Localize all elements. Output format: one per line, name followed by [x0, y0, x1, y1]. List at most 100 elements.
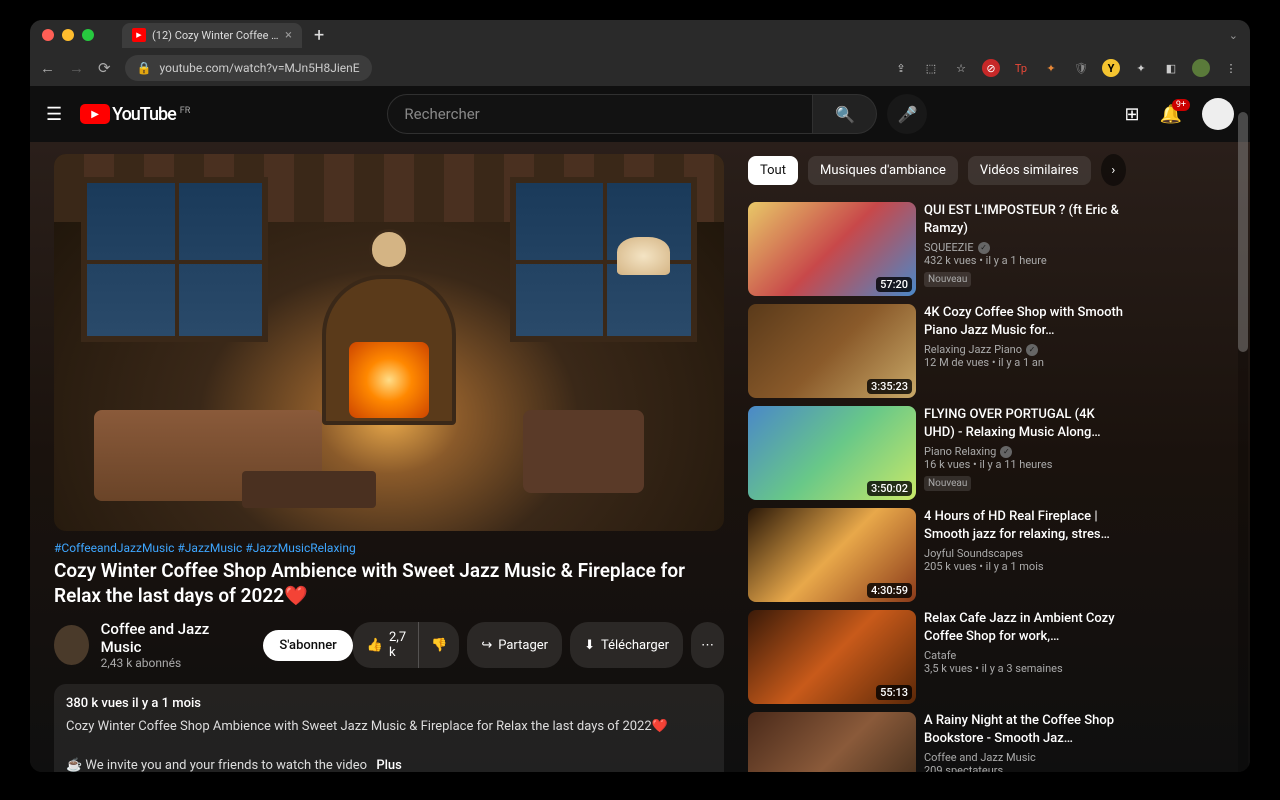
logo-icon: [80, 104, 110, 124]
extensions-icon[interactable]: ✦: [1132, 59, 1150, 77]
notifications-icon[interactable]: 🔔9+: [1160, 104, 1182, 125]
rec-channel[interactable]: SQUEEZIE ✓: [924, 241, 1126, 254]
thumbs-down-icon: 👎: [431, 638, 447, 653]
subscribe-button[interactable]: S'abonner: [263, 630, 352, 661]
chip-ambient[interactable]: Musiques d'ambiance: [808, 156, 958, 185]
show-more-button[interactable]: Plus: [376, 758, 402, 772]
thumbs-up-icon: 👍: [367, 638, 383, 653]
scrollbar[interactable]: [1238, 112, 1248, 772]
extension-icon[interactable]: Y: [1102, 59, 1120, 77]
recommendation-item[interactable]: 3:50:02 FLYING OVER PORTUGAL (4K UHD) - …: [748, 406, 1126, 500]
extension-icon[interactable]: 🛡: [1072, 59, 1090, 77]
forward-icon[interactable]: →: [69, 59, 84, 77]
extension-icon[interactable]: ✦: [1042, 59, 1060, 77]
extension-icon[interactable]: ⊘: [982, 59, 1000, 77]
thumbnail: 57:20: [748, 202, 916, 296]
mic-icon: 🎤: [897, 105, 917, 124]
chip-similar[interactable]: Vidéos similaires: [968, 156, 1091, 185]
back-icon[interactable]: ←: [40, 59, 55, 77]
sidepanel-icon[interactable]: ◧: [1162, 59, 1180, 77]
thumbnail: 3:50:02: [748, 406, 916, 500]
desc-line: Cozy Winter Coffee Shop Ambience with Sw…: [66, 719, 668, 734]
search-button[interactable]: 🔍: [813, 94, 877, 134]
verified-icon: ✓: [1026, 344, 1038, 356]
country-code: FR: [180, 106, 191, 116]
video-player[interactable]: [54, 154, 724, 531]
download-icon: ⬇: [584, 638, 595, 653]
description-box[interactable]: 380 k vues il y a 1 mois Cozy Winter Cof…: [54, 684, 724, 772]
verified-icon: ✓: [978, 242, 990, 254]
browser-tab[interactable]: (12) Cozy Winter Coffee Shop ×: [122, 23, 302, 48]
video-title: Cozy Winter Coffee Shop Ambience with Sw…: [54, 559, 724, 608]
close-tab-icon[interactable]: ×: [285, 28, 292, 43]
url-text: youtube.com/watch?v=MJn5H8JienE: [160, 61, 360, 75]
recommendation-item[interactable]: 55:13 Relax Cafe Jazz in Ambient Cozy Co…: [748, 610, 1126, 704]
chip-all[interactable]: Tout: [748, 156, 798, 185]
thumbnail: 55:13: [748, 610, 916, 704]
rec-channel[interactable]: Joyful Soundscapes: [924, 547, 1126, 560]
user-avatar[interactable]: [1202, 98, 1234, 130]
duration: 55:13: [876, 685, 912, 700]
verified-icon: ✓: [1000, 446, 1012, 458]
youtube-logo[interactable]: YouTube FR: [80, 104, 190, 125]
browser-toolbar: ← → ⟳ 🔒 youtube.com/watch?v=MJn5H8JienE …: [30, 50, 1250, 86]
recommendation-item[interactable]: 57:20 QUI EST L'IMPOSTEUR ? (ft Eric & R…: [748, 202, 1126, 296]
duration: 3:50:02: [867, 481, 912, 496]
scroll-thumb[interactable]: [1238, 112, 1248, 352]
star-icon[interactable]: ☆: [952, 59, 970, 77]
rec-meta: 432 k vues • il y a 1 heure: [924, 254, 1126, 267]
channel-avatar[interactable]: [54, 625, 89, 665]
rec-title: QUI EST L'IMPOSTEUR ? (ft Eric & Ramzy): [924, 202, 1126, 237]
rec-meta: 12 M de vues • il y a 1 an: [924, 356, 1126, 369]
rec-channel[interactable]: Catafe: [924, 649, 1126, 662]
notification-badge: 9+: [1172, 99, 1190, 111]
rec-channel[interactable]: Relaxing Jazz Piano ✓: [924, 343, 1126, 356]
search-icon: 🔍: [835, 105, 855, 124]
lock-icon: 🔒: [137, 61, 152, 75]
window-titlebar: (12) Cozy Winter Coffee Shop × + ⌄: [30, 20, 1250, 50]
recommendation-item[interactable]: 🔴 EN DIRECT A Rainy Night at the Coffee …: [748, 712, 1126, 772]
rec-meta: 3,5 k vues • il y a 3 semaines: [924, 662, 1126, 675]
search-input[interactable]: Rechercher: [387, 94, 813, 134]
filter-chips: Tout Musiques d'ambiance Vidéos similair…: [748, 154, 1126, 186]
recommendation-item[interactable]: 4:30:59 4 Hours of HD Real Fireplace | S…: [748, 508, 1126, 602]
youtube-header: ☰ YouTube FR Rechercher 🔍 🎤 ⊞ 🔔9+: [30, 86, 1250, 142]
new-tab-button[interactable]: +: [306, 25, 332, 46]
duration: 4:30:59: [867, 583, 912, 598]
rec-meta: 16 k vues • il y a 11 heures: [924, 458, 1126, 471]
thumbnail: 3:35:23: [748, 304, 916, 398]
recommendation-item[interactable]: 3:35:23 4K Cozy Coffee Shop with Smooth …: [748, 304, 1126, 398]
more-actions-button[interactable]: ⋯: [691, 622, 724, 668]
duration: 3:35:23: [867, 379, 912, 394]
desc-line: ☕ We invite you and your friends to watc…: [66, 758, 367, 772]
download-button[interactable]: ⬇Télécharger: [570, 622, 683, 668]
maximize-window-button[interactable]: [82, 29, 94, 41]
rec-channel[interactable]: Coffee and Jazz Music: [924, 751, 1126, 764]
menu-icon[interactable]: ☰: [46, 104, 62, 125]
close-window-button[interactable]: [42, 29, 54, 41]
minimize-window-button[interactable]: [62, 29, 74, 41]
chips-next-icon[interactable]: ›: [1101, 154, 1126, 186]
channel-name[interactable]: Coffee and Jazz Music: [101, 620, 234, 656]
rec-title: Relax Cafe Jazz in Ambient Cozy Coffee S…: [924, 610, 1126, 645]
extension-icon[interactable]: Tp: [1012, 59, 1030, 77]
menu-icon[interactable]: ⋮: [1222, 59, 1240, 77]
reload-icon[interactable]: ⟳: [98, 59, 111, 77]
thumbnail: 4:30:59: [748, 508, 916, 602]
address-bar[interactable]: 🔒 youtube.com/watch?v=MJn5H8JienE: [125, 55, 372, 81]
install-icon[interactable]: ⬚: [922, 59, 940, 77]
dislike-button[interactable]: 👎: [419, 622, 459, 668]
voice-search-button[interactable]: 🎤: [887, 94, 927, 134]
rec-meta: 209 spectateurs: [924, 764, 1126, 772]
logo-text: YouTube: [112, 104, 176, 125]
profile-avatar[interactable]: [1192, 59, 1210, 77]
rec-channel[interactable]: Piano Relaxing ✓: [924, 445, 1126, 458]
youtube-favicon: [132, 28, 146, 42]
create-icon[interactable]: ⊞: [1124, 104, 1139, 125]
share-icon[interactable]: ⇪: [892, 59, 910, 77]
video-hashtags[interactable]: #CoffeeandJazzMusic #JazzMusic #JazzMusi…: [54, 541, 724, 555]
like-button[interactable]: 👍2,7 k: [353, 622, 419, 668]
share-button[interactable]: ↪Partager: [467, 622, 562, 668]
tabs-overflow-icon[interactable]: ⌄: [1229, 29, 1238, 42]
rec-meta: 205 k vues • il y a 1 mois: [924, 560, 1126, 573]
